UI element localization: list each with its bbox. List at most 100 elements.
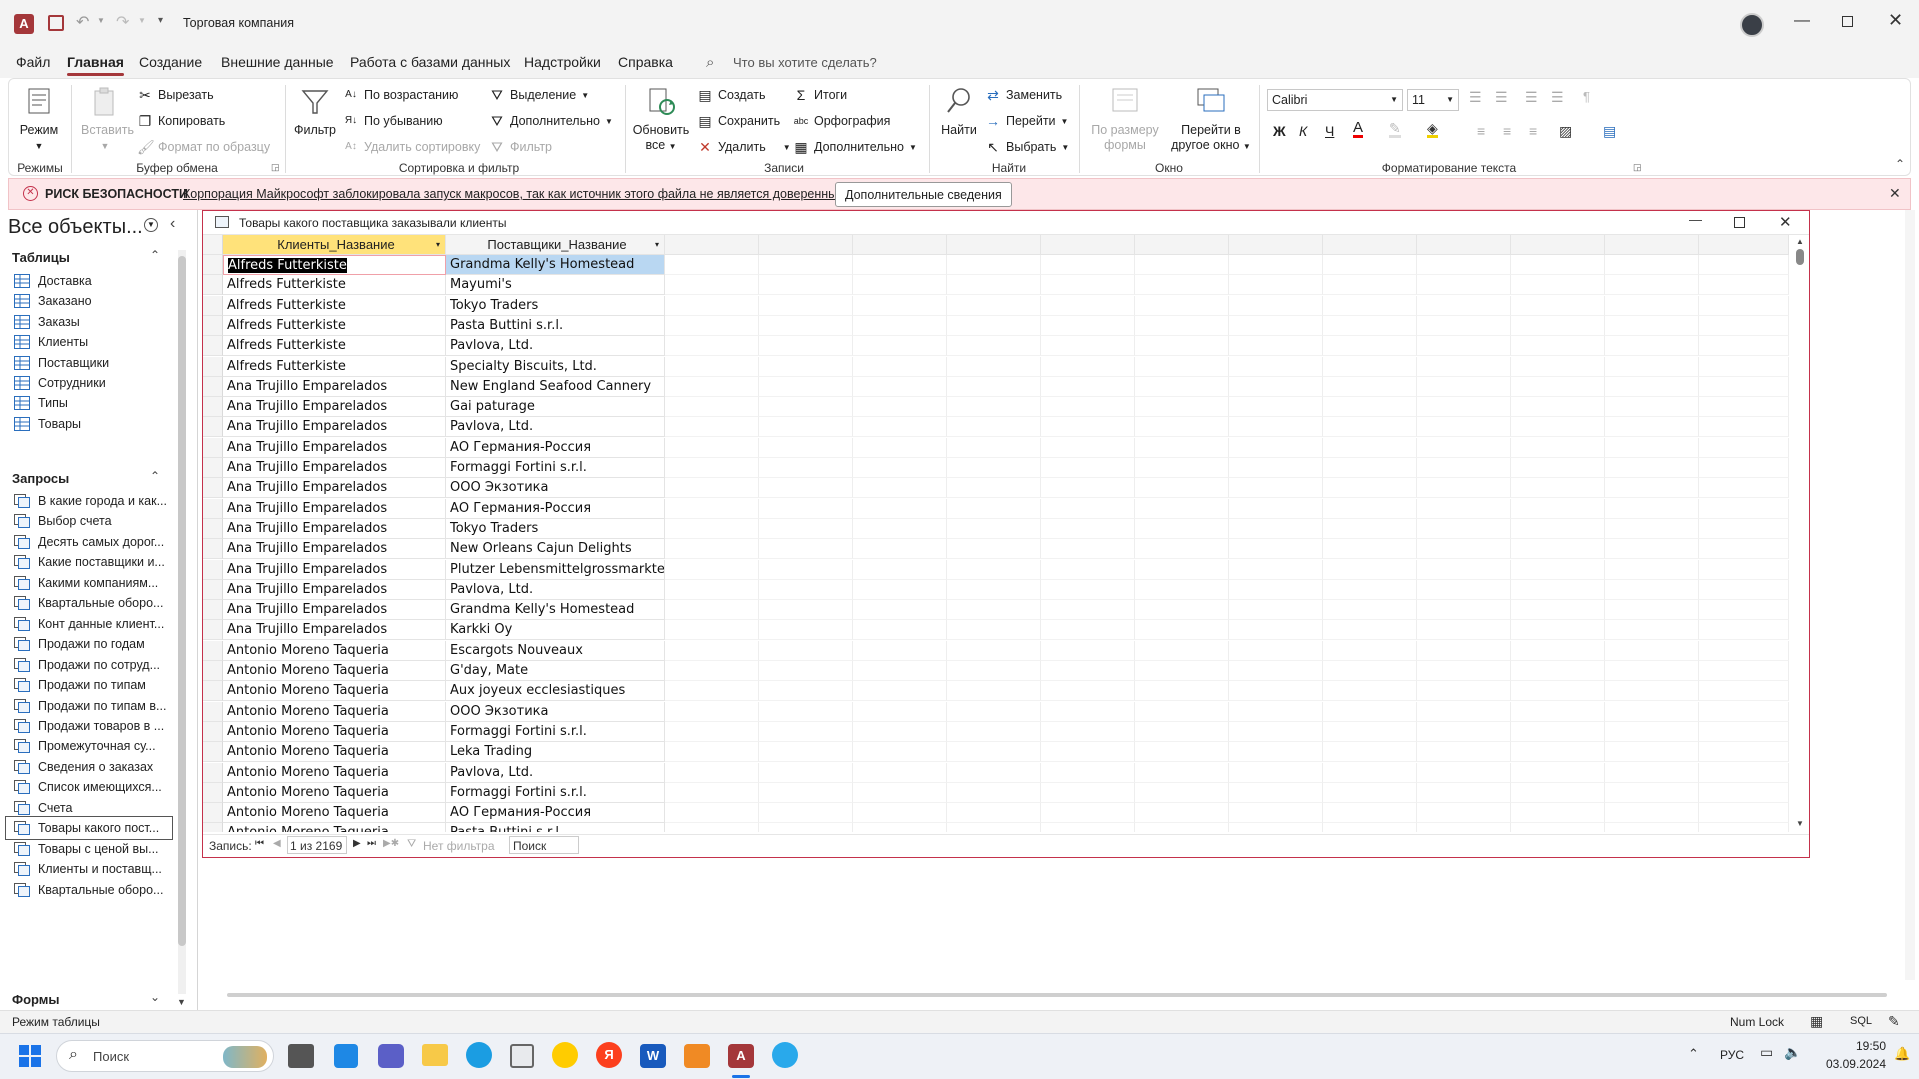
record-selector[interactable]: [203, 295, 223, 316]
sort-descending-button[interactable]: Я↓ По убыванию: [343, 113, 443, 129]
widgets-icon[interactable]: [334, 1044, 358, 1068]
cell-supplier[interactable]: ООО Экзотика: [446, 478, 665, 499]
nav-query-item[interactable]: Какие поставщики и...: [14, 551, 170, 573]
cell-supplier[interactable]: Pasta Buttini s.r.l.: [446, 315, 665, 336]
table-row[interactable]: Ana Trujillo Emparelados ООО Экзотика: [203, 478, 1789, 499]
cell-supplier[interactable]: Gai paturage: [446, 397, 665, 418]
table-row[interactable]: Ana Trujillo Emparelados Formaggi Fortini…: [203, 458, 1789, 478]
italic-button[interactable]: К: [1299, 123, 1307, 139]
nav-query-item[interactable]: Сведения о заказах: [14, 756, 170, 778]
nav-table-item[interactable]: Товары: [14, 413, 170, 435]
tab-external-data[interactable]: Внешние данные: [221, 54, 334, 70]
expand-forms-icon[interactable]: ⌄: [150, 990, 160, 1004]
cell-client[interactable]: Antonio Moreno Taqueria: [223, 681, 446, 702]
tab-addins[interactable]: Надстройки: [524, 54, 601, 70]
cell-supplier[interactable]: Tokyo Traders: [446, 518, 665, 539]
cell-client[interactable]: Ana Trujillo Emparelados: [223, 437, 446, 458]
cell-supplier[interactable]: Pavlova, Ltd.: [446, 417, 665, 438]
yandex-icon[interactable]: Я: [596, 1042, 622, 1068]
record-selector[interactable]: [203, 701, 223, 722]
table-row[interactable]: Ana Trujillo Emparelados New Orleans Caju…: [203, 539, 1789, 560]
workarea-hscroll[interactable]: [227, 993, 1887, 997]
numbering-icon[interactable]: ☰: [1495, 89, 1508, 106]
column-header-suppliers[interactable]: Поставщики_Название ▾: [446, 235, 665, 255]
align-center-icon[interactable]: ≡: [1503, 123, 1511, 139]
cell-client[interactable]: Ana Trujillo Emparelados: [223, 559, 446, 580]
undo-icon[interactable]: ↶: [76, 12, 89, 32]
table-row[interactable]: Alfreds Futterkiste Mayumi's: [203, 275, 1789, 296]
undo-dropdown-icon[interactable]: ▼: [97, 16, 105, 25]
cell-client[interactable]: Antonio Moreno Taqueria: [223, 823, 446, 832]
table-row[interactable]: Antonio Moreno Taqueria АО Германия-Росси…: [203, 803, 1789, 824]
view-mode-button[interactable]: Режим ▼: [19, 85, 59, 154]
cell-client[interactable]: Ana Trujillo Emparelados: [223, 498, 446, 519]
network-icon[interactable]: ▭: [1760, 1044, 1773, 1061]
close-security-bar-icon[interactable]: ✕: [1889, 185, 1901, 202]
cut-button[interactable]: ✂ Вырезать: [137, 87, 213, 103]
cell-supplier[interactable]: Grandma Kelly's Homestead: [446, 600, 665, 621]
font-size-select[interactable]: 11 ▼: [1407, 89, 1459, 111]
security-message[interactable]: Корпорация Майкрософт заблокировала запу…: [183, 187, 849, 201]
alt-row-color-icon[interactable]: ▤: [1603, 123, 1616, 140]
tray-overflow-icon[interactable]: ⌃: [1688, 1046, 1699, 1062]
no-filter-label[interactable]: Нет фильтра: [423, 839, 495, 853]
cell-supplier[interactable]: Pavlova, Ltd.: [446, 336, 665, 357]
table-row[interactable]: Ana Trujillo Emparelados New England Seaf…: [203, 376, 1789, 397]
switch-window-button[interactable]: Перейти в другое окно ▼: [1169, 85, 1253, 154]
volume-icon[interactable]: 🔈: [1784, 1044, 1801, 1061]
find-button[interactable]: Найти: [937, 85, 981, 138]
align-right-icon[interactable]: ≡: [1529, 123, 1537, 139]
cell-client[interactable]: Antonio Moreno Taqueria: [223, 701, 446, 722]
table-row[interactable]: Antonio Moreno Taqueria ООО Экзотика: [203, 701, 1789, 722]
underline-button[interactable]: Ч: [1325, 123, 1334, 139]
cell-client[interactable]: Antonio Moreno Taqueria: [223, 721, 446, 742]
nav-query-item[interactable]: Счета: [14, 797, 170, 819]
format-painter-button[interactable]: 🖌 Формат по образцу: [137, 139, 270, 155]
cell-supplier[interactable]: New England Seafood Cannery: [446, 376, 665, 397]
cell-supplier[interactable]: АО Германия-Россия: [446, 437, 665, 458]
access-taskbar-icon[interactable]: A: [728, 1044, 754, 1068]
cell-client[interactable]: Alfreds Futterkiste: [223, 356, 446, 377]
table-row[interactable]: Ana Trujillo Emparelados АО Германия-Росс…: [203, 437, 1789, 458]
cell-supplier[interactable]: Plutzer Lebensmittelgrossmarkte A: [446, 559, 665, 580]
minimize-icon[interactable]: —: [1794, 12, 1810, 30]
cell-client[interactable]: Ana Trujillo Emparelados: [223, 417, 446, 438]
bullets-icon[interactable]: ☰: [1469, 89, 1482, 106]
cell-client[interactable]: Ana Trujillo Emparelados: [223, 620, 446, 641]
record-selector[interactable]: [203, 681, 223, 702]
select-button[interactable]: ↖ Выбрать ▼: [985, 139, 1069, 155]
tab-help[interactable]: Справка: [618, 54, 673, 70]
cell-client[interactable]: Ana Trujillo Emparelados: [223, 579, 446, 600]
datasheet-view-switch-icon[interactable]: ▦: [1810, 1013, 1823, 1030]
cell-client[interactable]: Alfreds Futterkiste: [223, 255, 446, 275]
paste-button[interactable]: Вставить ▼: [81, 85, 134, 154]
record-selector[interactable]: [203, 478, 223, 499]
nav-query-item[interactable]: Десять самых дорог...: [14, 531, 170, 553]
design-view-switch-icon[interactable]: ✎: [1888, 1013, 1900, 1030]
cell-client[interactable]: Antonio Moreno Taqueria: [223, 742, 446, 763]
cell-supplier[interactable]: Leka Trading: [446, 742, 665, 763]
cell-supplier[interactable]: Karkki Oy: [446, 620, 665, 641]
nav-query-item[interactable]: Квартальные оборо...: [14, 592, 170, 614]
cell-supplier[interactable]: ООО Экзотика: [446, 701, 665, 722]
remove-sort-button[interactable]: A↕ Удалить сортировку: [343, 139, 480, 155]
fit-to-form-button[interactable]: По размеру формы: [1085, 85, 1165, 153]
scroll-up-icon[interactable]: ▲: [1796, 237, 1804, 246]
cell-supplier[interactable]: Formaggi Fortini s.r.l.: [446, 721, 665, 742]
next-record-icon[interactable]: ▶: [353, 838, 361, 849]
record-selector[interactable]: [203, 620, 223, 641]
record-selector[interactable]: [203, 539, 223, 560]
nav-title[interactable]: Все объекты...: [8, 216, 143, 239]
refresh-all-button[interactable]: Обновить все ▼: [631, 85, 691, 154]
nav-query-item[interactable]: Какими компаниям...: [14, 572, 170, 594]
select-all-corner[interactable]: [203, 235, 223, 255]
table-row[interactable]: Antonio Moreno Taqueria Pasta Buttini s.r…: [203, 823, 1789, 832]
cell-client[interactable]: Alfreds Futterkiste: [223, 336, 446, 357]
cell-supplier[interactable]: New Orleans Cajun Delights: [446, 539, 665, 560]
record-selector[interactable]: [203, 721, 223, 742]
telegram-icon[interactable]: [772, 1042, 798, 1068]
nav-query-item[interactable]: Список имеющихся...: [14, 776, 170, 798]
cell-supplier[interactable]: G'day, Mate: [446, 661, 665, 681]
record-selector[interactable]: [203, 579, 223, 600]
first-record-icon[interactable]: ⏮: [255, 838, 264, 849]
